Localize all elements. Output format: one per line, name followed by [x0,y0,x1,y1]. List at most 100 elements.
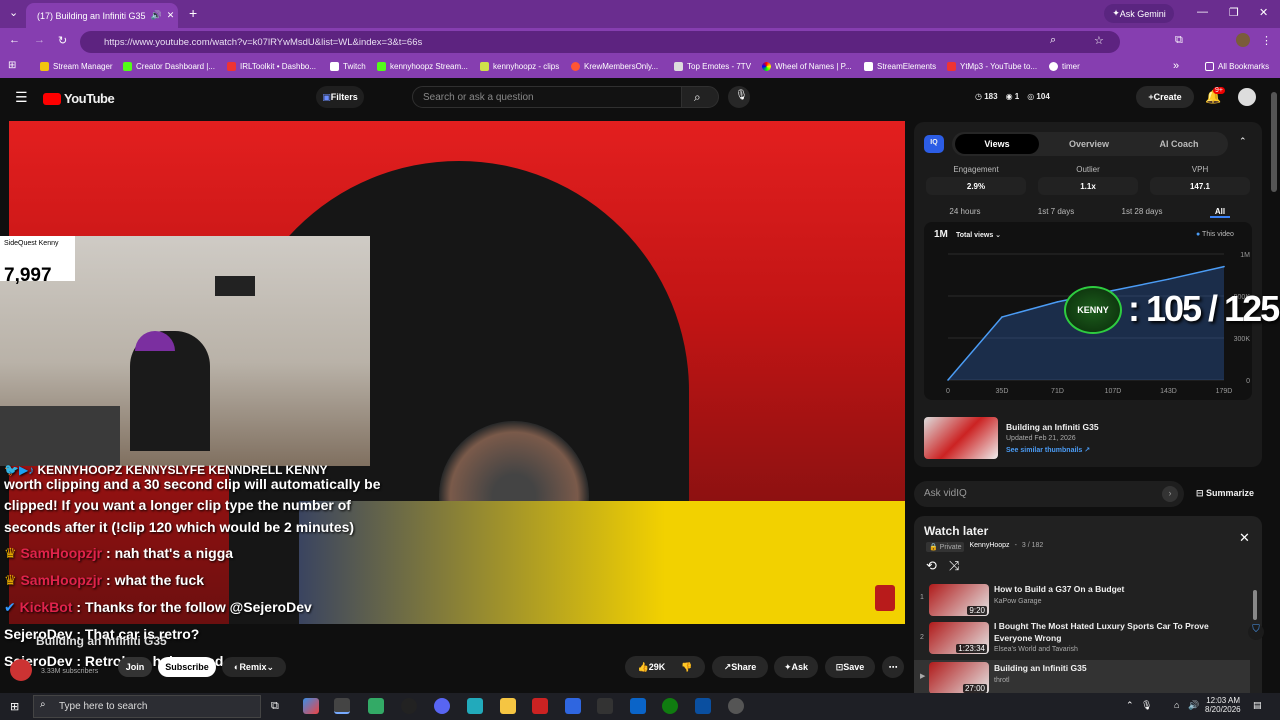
search-input[interactable]: Search or ask a question [412,86,682,108]
reload-icon[interactable]: ↻ [58,34,67,47]
copilot-icon[interactable] [303,698,319,714]
range-option-all[interactable]: All [1210,207,1230,218]
store-icon[interactable] [368,698,384,714]
like-icon[interactable]: 👍 [638,662,649,673]
save-button[interactable]: ⊡ Save [825,656,875,678]
ask-vidiq-input[interactable]: Ask vidIQ › [914,481,1184,507]
forward-icon[interactable]: → [34,34,45,46]
account-avatar[interactable] [1238,88,1256,106]
media-player-icon[interactable] [728,698,744,714]
search-button[interactable]: ⌕ [681,86,719,108]
vscode-icon[interactable] [695,698,711,714]
more-actions-button[interactable]: ⋯ [882,656,904,678]
range-option[interactable]: 24 hours [940,207,990,216]
network-icon[interactable]: ⌂ [1174,700,1179,710]
send-icon[interactable]: › [1162,486,1178,502]
create-button[interactable]: + Create [1136,86,1194,108]
ask-vidiq-placeholder: Ask vidIQ [924,488,967,499]
mute-icon[interactable]: 🔊 [151,10,162,21]
tab-search-icon[interactable]: ⌄ [9,6,18,19]
more-bookmarks-icon[interactable]: » [1173,60,1179,72]
app-icon[interactable] [467,698,483,714]
shield-icon[interactable]: ⛉ [1248,624,1264,640]
filters-button[interactable]: ▣ Filters [316,86,364,108]
ask-gemini-button[interactable]: ✦ Ask Gemini [1104,4,1174,23]
notification-center-icon[interactable]: ▤ [1253,700,1262,711]
playlist-item[interactable]: 1 9:20 How to Build a G37 On a Budget Ka… [914,582,1250,616]
profile-avatar[interactable] [1236,33,1250,47]
capcut-icon[interactable] [597,698,613,714]
start-icon[interactable]: ⊞ [10,700,19,713]
close-tab-icon[interactable]: ✕ [167,10,175,21]
search-icon: ⌕ [694,90,701,104]
dislike-icon[interactable]: 👎 [681,662,692,673]
bookmark-item[interactable]: timer [1049,62,1080,71]
playlist-scrollbar[interactable] [1253,590,1257,620]
bookmark-item[interactable]: StreamElements [864,62,936,71]
bookmark-item[interactable]: Top Emotes - 7TV [674,62,751,71]
discord-icon[interactable] [434,698,450,714]
restore-icon[interactable]: ❐ [1229,6,1239,19]
menu-icon[interactable]: ⋮ [1261,34,1272,47]
playlist-item[interactable]: 2 1:23:34 I Bought The Most Hated Luxury… [914,620,1250,654]
zoom-icon[interactable]: ⌕ [1050,34,1056,47]
bookmark-item[interactable]: kennyhoopz Stream... [377,62,468,71]
browser-tab[interactable]: (17) Building an Infiniti G35 🔊 ✕ [26,3,178,28]
tab-views[interactable]: Views [955,134,1039,154]
youtube-logo[interactable]: YouTube [43,91,115,106]
bookmark-item[interactable]: KrewMembersOnly... [571,62,658,71]
tab-ai-coach[interactable]: AI Coach [1137,134,1221,154]
bookmark-item[interactable]: Wheel of Names | P... [762,62,852,71]
taskbar-search[interactable]: Type here to search [33,695,261,718]
bookmark-item[interactable]: Twitch [330,62,366,71]
xbox-icon[interactable] [662,698,678,714]
close-window-icon[interactable]: ✕ [1259,6,1268,19]
chrome-taskbar-icon[interactable] [334,698,350,714]
bookmark-star-icon[interactable]: ☆ [1094,34,1104,47]
file-explorer-icon[interactable] [500,698,516,714]
mic-tray-icon[interactable]: 🎙 [1141,700,1152,711]
hamburger-menu-icon[interactable]: ☰ [15,89,28,106]
ask-button[interactable]: ✦ Ask [774,656,818,678]
join-button[interactable]: Join [118,657,152,677]
shuffle-icon[interactable]: ⤨ [949,558,959,574]
all-bookmarks[interactable]: All Bookmarks [1205,62,1269,71]
collapse-icon[interactable]: ⌃ [1239,136,1247,147]
obs-icon[interactable] [401,698,417,714]
extensions-icon[interactable]: ⧉ [1175,34,1183,47]
bookmark-item[interactable]: Stream Manager [40,62,113,71]
loop-icon[interactable]: ⟲ [926,558,937,574]
close-playlist-icon[interactable]: ✕ [1239,530,1250,546]
tab-overview[interactable]: Overview [1047,134,1131,154]
new-tab-button[interactable]: + [189,5,197,21]
range-option[interactable]: 1st 7 days [1026,207,1086,216]
youtube-wordmark: YouTube [64,91,115,106]
summarize-button[interactable]: ⊟ Summarize [1196,488,1254,499]
playlist-owner[interactable]: KennyHoopz [969,542,1009,552]
outlook-icon[interactable] [630,698,646,714]
minimize-icon[interactable]: — [1197,6,1208,18]
volume-icon[interactable]: 🔊 [1188,700,1199,711]
playlist-item-current[interactable]: ▶ 27:00 Building an Infiniti G35 throtl [914,660,1250,694]
subscribe-button[interactable]: Subscribe [158,657,216,677]
tray-chevron-icon[interactable]: ⌃ [1126,700,1134,711]
task-view-icon[interactable]: ⧉ [271,700,279,713]
bookmark-item[interactable]: YtMp3 - YouTube to... [947,62,1037,71]
bookmark-item[interactable]: IRLToolkit • Dashbo... [227,62,316,71]
channel-avatar[interactable] [10,659,32,681]
address-bar[interactable]: https://www.youtube.com/watch?v=k07lRYwM… [80,31,1120,53]
bookmark-item[interactable]: kennyhoopz - clips [480,62,559,71]
clock[interactable]: 12:03 AM 8/20/2026 [1205,696,1241,714]
share-button[interactable]: ↗ Share [712,656,768,678]
range-option[interactable]: 1st 28 days [1112,207,1172,216]
page-scrollbar[interactable] [1271,92,1277,192]
remix-button[interactable]: ◐ Remix ⌄ [222,657,286,677]
bookmark-item[interactable]: Creator Dashboard |... [123,62,215,71]
voice-search-button[interactable]: 🎙 [728,86,750,108]
back-icon[interactable]: ← [9,34,20,46]
apps-icon[interactable]: ⊞ [8,60,16,71]
video-thumbnail[interactable] [924,417,998,459]
voicemeeter-icon[interactable] [532,698,548,714]
playstation-icon[interactable] [565,698,581,714]
similar-thumbnails-link[interactable]: See similar thumbnails ↗ [1006,446,1090,454]
